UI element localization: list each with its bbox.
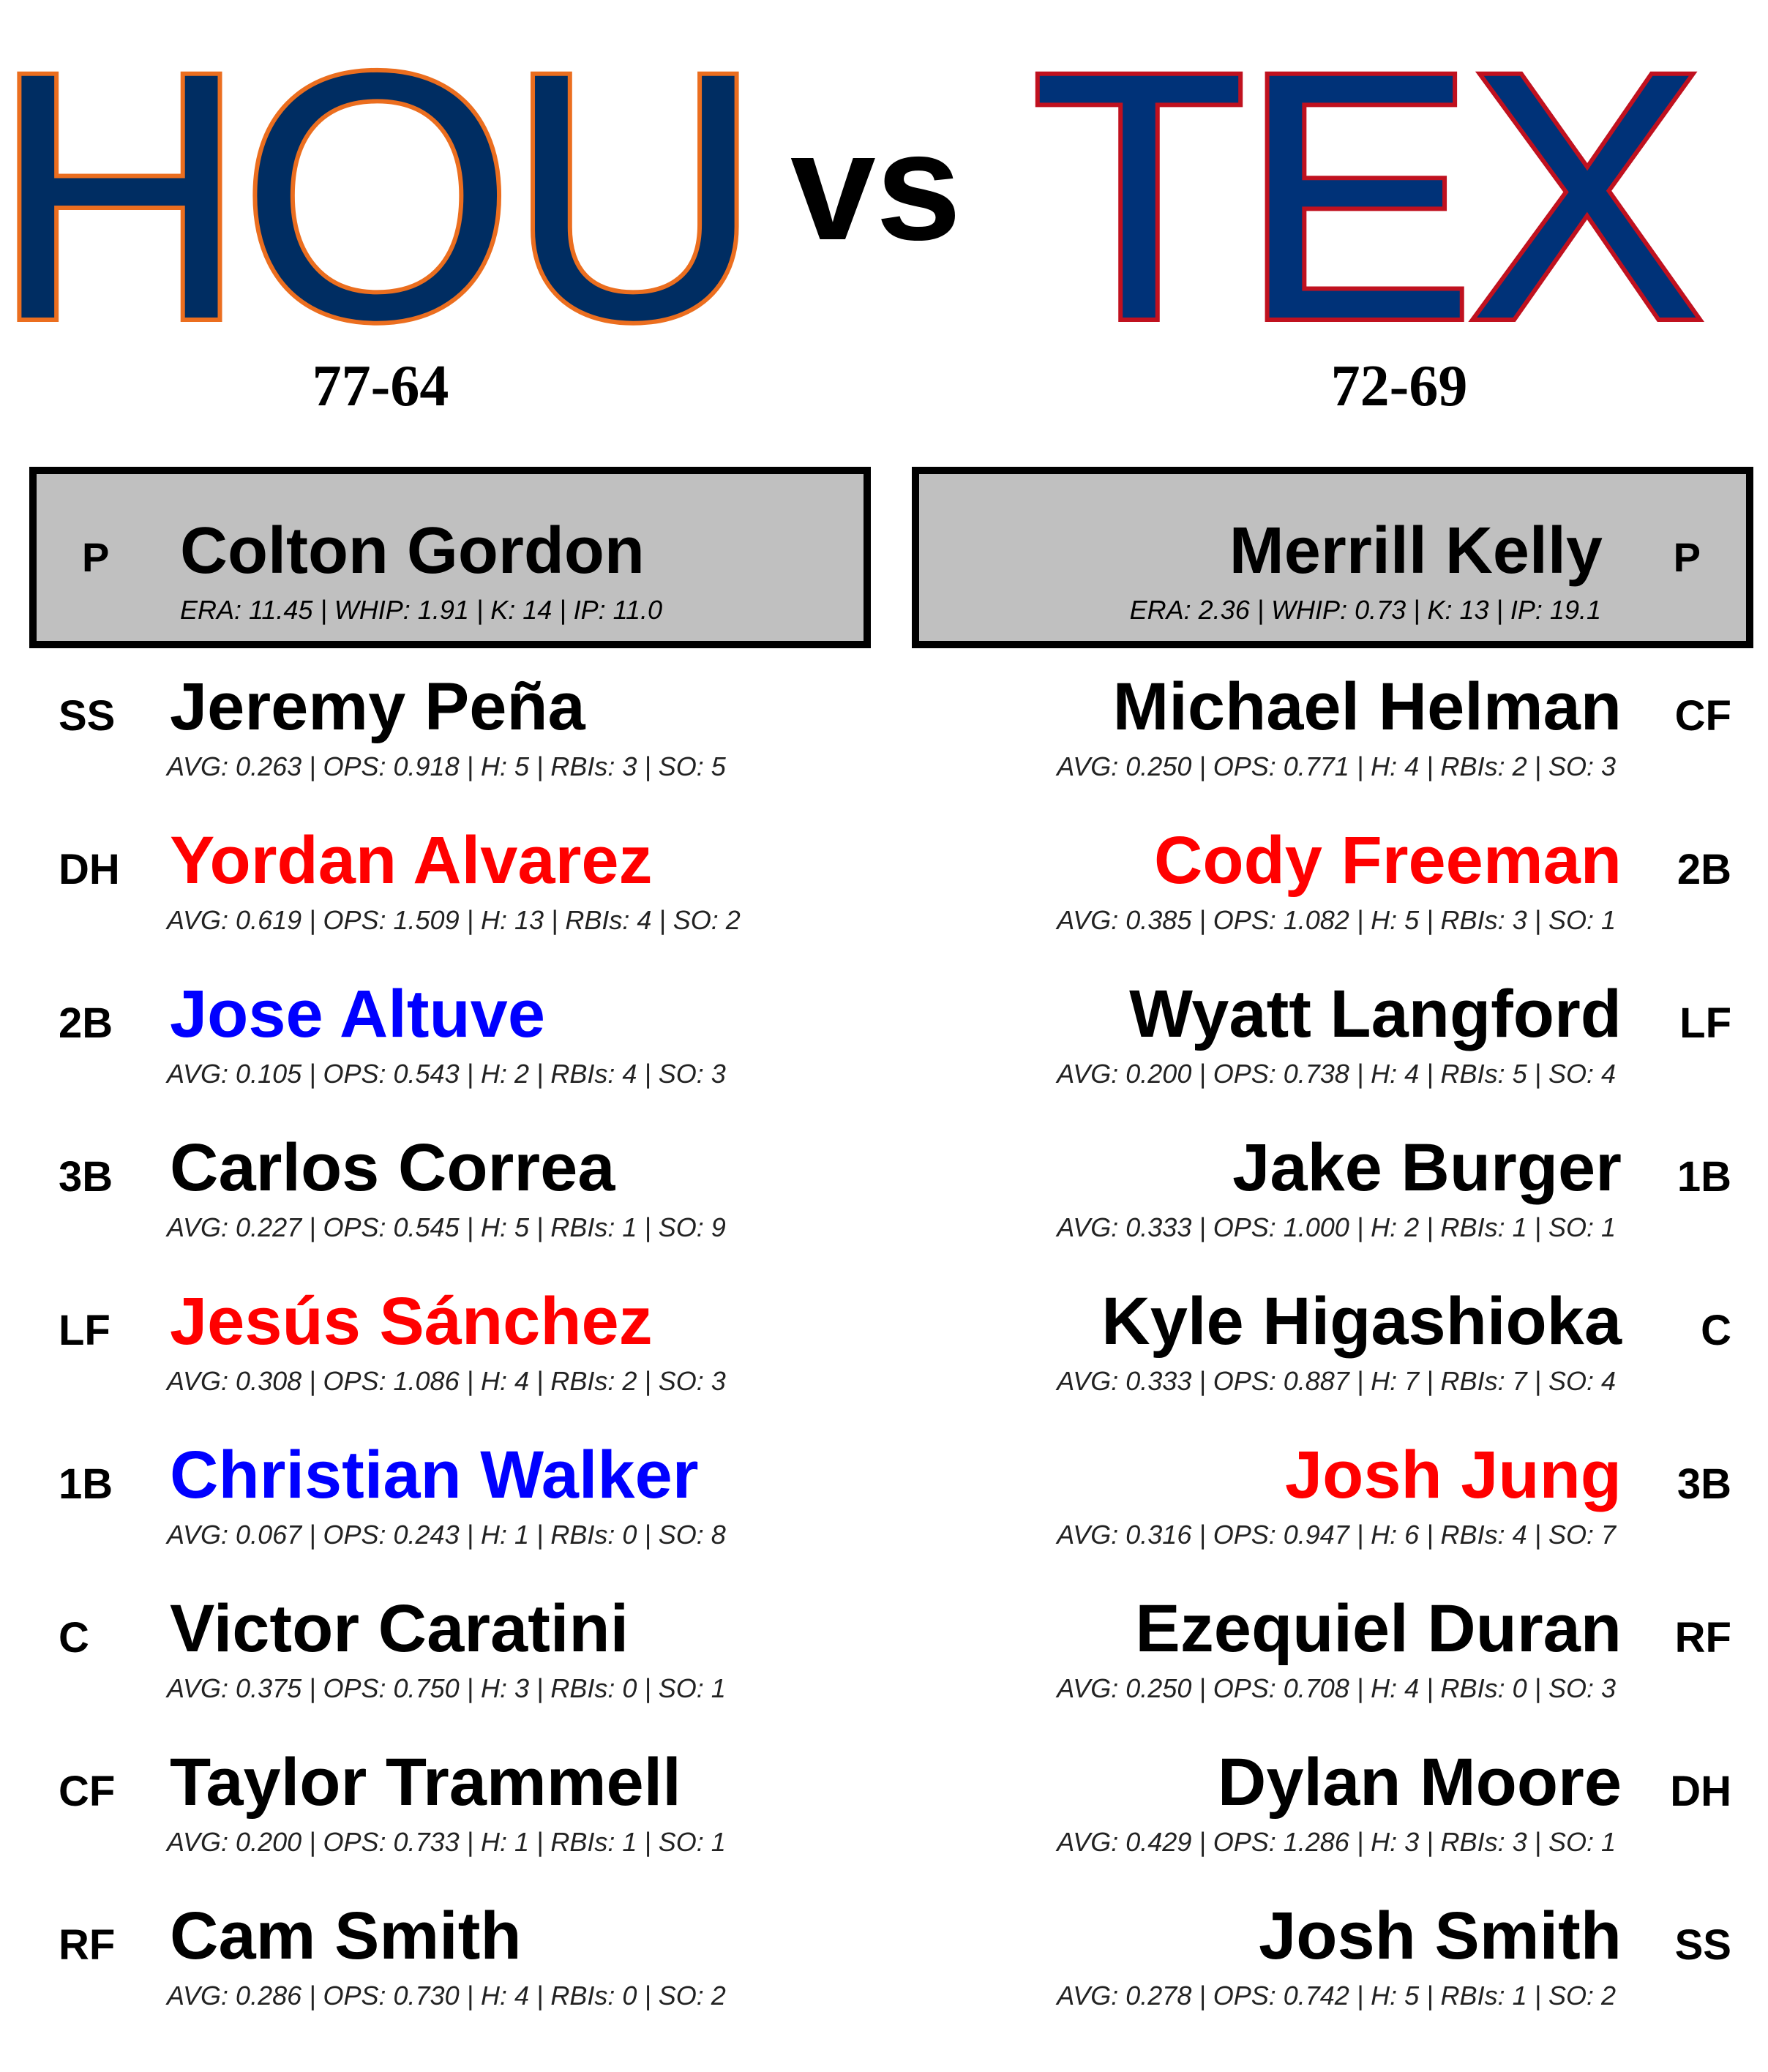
batter-position: 1B xyxy=(59,1460,113,1508)
batter-stats: AVG: 0.308 | OPS: 1.086 | H: 4 | RBIs: 2… xyxy=(167,1366,726,1396)
batter-stats: AVG: 0.316 | OPS: 0.947 | H: 6 | RBIs: 4… xyxy=(1057,1520,1616,1550)
batter-stats: AVG: 0.067 | OPS: 0.243 | H: 1 | RBIs: 0… xyxy=(167,1520,726,1550)
away-batter-9: Josh Smith SS AVG: 0.278 | OPS: 0.742 | … xyxy=(884,1902,1768,2056)
away-lineup: Michael Helman CF AVG: 0.250 | OPS: 0.77… xyxy=(884,673,1768,2056)
batter-name: Christian Walker xyxy=(170,1438,699,1512)
batter-name: Cody Freeman xyxy=(1153,823,1622,898)
away-batter-6: Josh Jung 3B AVG: 0.316 | OPS: 0.947 | H… xyxy=(884,1441,1768,1595)
batter-position: CF xyxy=(1674,692,1731,740)
batter-stats: AVG: 0.278 | OPS: 0.742 | H: 5 | RBIs: 1… xyxy=(1057,1981,1616,2011)
batter-position: SS xyxy=(1674,1921,1731,1969)
home-pitcher-position: P xyxy=(82,534,110,580)
away-pitcher-stats: ERA: 2.36 | WHIP: 0.73 | K: 13 | IP: 19.… xyxy=(1129,595,1601,625)
home-batter-2: DH Yordan Alvarez AVG: 0.619 | OPS: 1.50… xyxy=(0,827,884,980)
batter-stats: AVG: 0.333 | OPS: 1.000 | H: 2 | RBIs: 1… xyxy=(1057,1212,1616,1242)
away-batter-8: Dylan Moore DH AVG: 0.429 | OPS: 1.286 |… xyxy=(884,1749,1768,1902)
batter-stats: AVG: 0.200 | OPS: 0.738 | H: 4 | RBIs: 5… xyxy=(1057,1059,1616,1089)
batter-position: 3B xyxy=(1677,1460,1731,1508)
batter-position: 1B xyxy=(1677,1153,1731,1201)
home-batter-9: RF Cam Smith AVG: 0.286 | OPS: 0.730 | H… xyxy=(0,1902,884,2056)
batter-stats: AVG: 0.429 | OPS: 1.286 | H: 3 | RBIs: 3… xyxy=(1057,1827,1616,1857)
home-batter-3: 2B Jose Altuve AVG: 0.105 | OPS: 0.543 |… xyxy=(0,980,884,1134)
batter-stats: AVG: 0.619 | OPS: 1.509 | H: 13 | RBIs: … xyxy=(167,905,741,935)
batter-name: Josh Jung xyxy=(1284,1438,1622,1512)
batter-position: DH xyxy=(59,846,120,893)
home-lineup: SS Jeremy Peña AVG: 0.263 | OPS: 0.918 |… xyxy=(0,673,884,2056)
batter-position: 3B xyxy=(59,1153,113,1201)
home-batter-7: C Victor Caratini AVG: 0.375 | OPS: 0.75… xyxy=(0,1595,884,1749)
batter-position: 2B xyxy=(1677,846,1731,893)
batter-position: C xyxy=(1701,1307,1731,1354)
batter-name: Carlos Correa xyxy=(170,1130,615,1205)
home-pitcher-card: P Colton Gordon ERA: 11.45 | WHIP: 1.91 … xyxy=(29,467,871,648)
away-batter-4: Jake Burger 1B AVG: 0.333 | OPS: 1.000 |… xyxy=(884,1134,1768,1288)
away-pitcher-card: Merrill Kelly P ERA: 2.36 | WHIP: 0.73 |… xyxy=(912,467,1753,648)
batter-stats: AVG: 0.105 | OPS: 0.543 | H: 2 | RBIs: 4… xyxy=(167,1059,726,1089)
batter-name: Kyle Higashioka xyxy=(1101,1284,1622,1359)
batter-name: Ezequiel Duran xyxy=(1135,1591,1622,1666)
batter-stats: AVG: 0.333 | OPS: 0.887 | H: 7 | RBIs: 7… xyxy=(1057,1366,1616,1396)
batter-stats: AVG: 0.200 | OPS: 0.733 | H: 1 | RBIs: 1… xyxy=(167,1827,726,1857)
batter-position: DH xyxy=(1670,1768,1731,1815)
batter-name: Jose Altuve xyxy=(170,977,546,1051)
home-batter-4: 3B Carlos Correa AVG: 0.227 | OPS: 0.545… xyxy=(0,1134,884,1288)
batter-position: 2B xyxy=(59,999,113,1047)
vs-label: vs xyxy=(790,100,962,272)
batter-name: Jesús Sánchez xyxy=(170,1284,653,1359)
away-batter-7: Ezequiel Duran RF AVG: 0.250 | OPS: 0.70… xyxy=(884,1595,1768,1749)
batter-position: RF xyxy=(59,1921,116,1969)
batter-name: Jeremy Peña xyxy=(170,669,585,744)
batter-name: Wyatt Langford xyxy=(1129,977,1622,1051)
batter-position: SS xyxy=(59,692,116,740)
away-team-record: 72-69 xyxy=(1330,354,1468,418)
batter-stats: AVG: 0.227 | OPS: 0.545 | H: 5 | RBIs: 1… xyxy=(167,1212,726,1242)
away-batter-5: Kyle Higashioka C AVG: 0.333 | OPS: 0.88… xyxy=(884,1288,1768,1441)
home-batter-6: 1B Christian Walker AVG: 0.067 | OPS: 0.… xyxy=(0,1441,884,1595)
batter-position: CF xyxy=(59,1768,116,1815)
batter-stats: AVG: 0.385 | OPS: 1.082 | H: 5 | RBIs: 3… xyxy=(1057,905,1616,935)
batter-name: Cam Smith xyxy=(170,1899,522,1973)
away-team-code: TEX xyxy=(1027,0,1708,392)
batter-position: C xyxy=(59,1614,89,1662)
away-batter-1: Michael Helman CF AVG: 0.250 | OPS: 0.77… xyxy=(884,673,1768,827)
batter-stats: AVG: 0.263 | OPS: 0.918 | H: 5 | RBIs: 3… xyxy=(167,751,726,781)
home-batter-5: LF Jesús Sánchez AVG: 0.308 | OPS: 1.086… xyxy=(0,1288,884,1441)
batter-name: Dylan Moore xyxy=(1217,1745,1622,1820)
home-batter-8: CF Taylor Trammell AVG: 0.200 | OPS: 0.7… xyxy=(0,1749,884,1902)
home-pitcher-stats: ERA: 11.45 | WHIP: 1.91 | K: 14 | IP: 11… xyxy=(180,595,663,625)
batter-name: Josh Smith xyxy=(1259,1899,1622,1973)
away-batter-2: Cody Freeman 2B AVG: 0.385 | OPS: 1.082 … xyxy=(884,827,1768,980)
batter-name: Michael Helman xyxy=(1112,669,1622,744)
home-team-code: HOU xyxy=(0,0,766,392)
home-team-record: 77-64 xyxy=(312,354,449,418)
batter-name: Victor Caratini xyxy=(170,1591,629,1666)
home-pitcher-name: Colton Gordon xyxy=(180,514,645,588)
batter-name: Jake Burger xyxy=(1232,1130,1622,1205)
away-pitcher-name: Merrill Kelly xyxy=(1229,514,1603,588)
batter-stats: AVG: 0.250 | OPS: 0.771 | H: 4 | RBIs: 2… xyxy=(1057,751,1616,781)
batter-stats: AVG: 0.375 | OPS: 0.750 | H: 3 | RBIs: 0… xyxy=(167,1673,726,1703)
batter-name: Yordan Alvarez xyxy=(170,823,653,898)
batter-position: RF xyxy=(1674,1614,1731,1662)
batter-position: LF xyxy=(59,1307,110,1354)
batter-position: LF xyxy=(1679,999,1731,1047)
home-batter-1: SS Jeremy Peña AVG: 0.263 | OPS: 0.918 |… xyxy=(0,673,884,827)
batter-stats: AVG: 0.250 | OPS: 0.708 | H: 4 | RBIs: 0… xyxy=(1057,1673,1616,1703)
away-batter-3: Wyatt Langford LF AVG: 0.200 | OPS: 0.73… xyxy=(884,980,1768,1134)
away-pitcher-position: P xyxy=(1673,534,1701,580)
batter-stats: AVG: 0.286 | OPS: 0.730 | H: 4 | RBIs: 0… xyxy=(167,1981,726,2011)
batter-name: Taylor Trammell xyxy=(170,1745,681,1820)
